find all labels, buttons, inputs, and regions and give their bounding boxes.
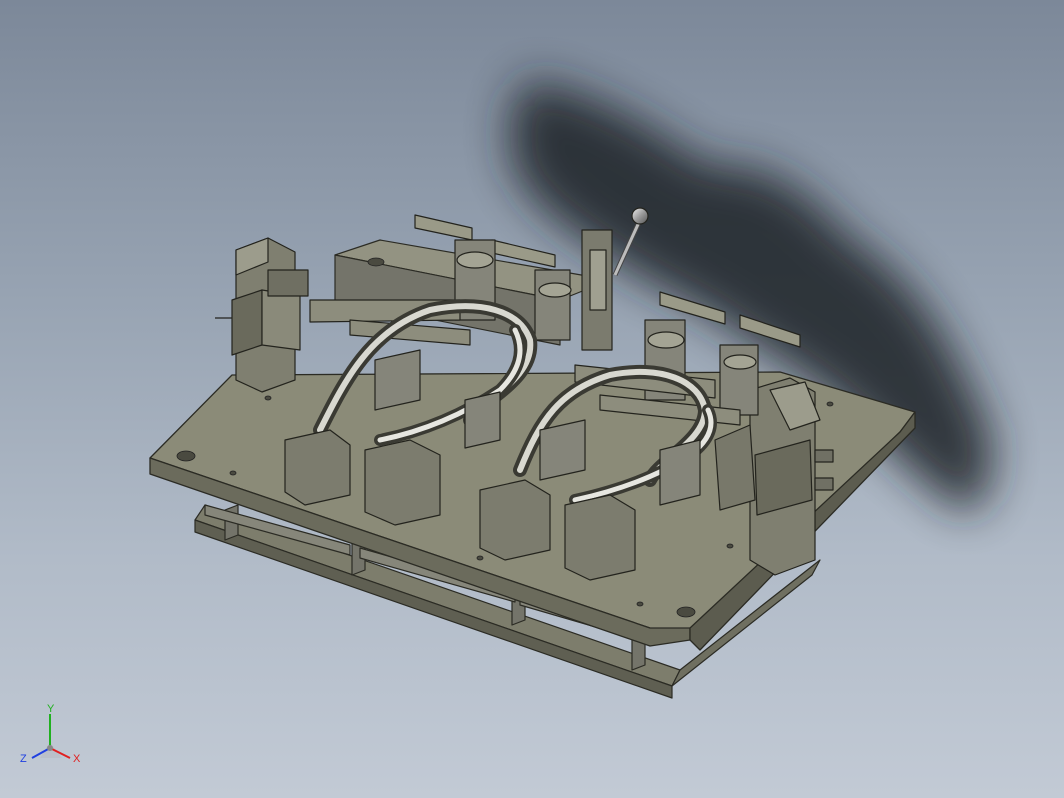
x-axis-label: X [73, 753, 81, 765]
left-clamp-block [215, 237, 309, 393]
axis-triad: Y X Z [20, 703, 81, 765]
fixture-model[interactable] [0, 0, 1064, 798]
cad-viewport[interactable]: Y X Z [0, 0, 1064, 798]
z-axis-label: Z [20, 753, 27, 765]
y-axis-label: Y [47, 703, 55, 715]
triad-origin [47, 745, 53, 751]
